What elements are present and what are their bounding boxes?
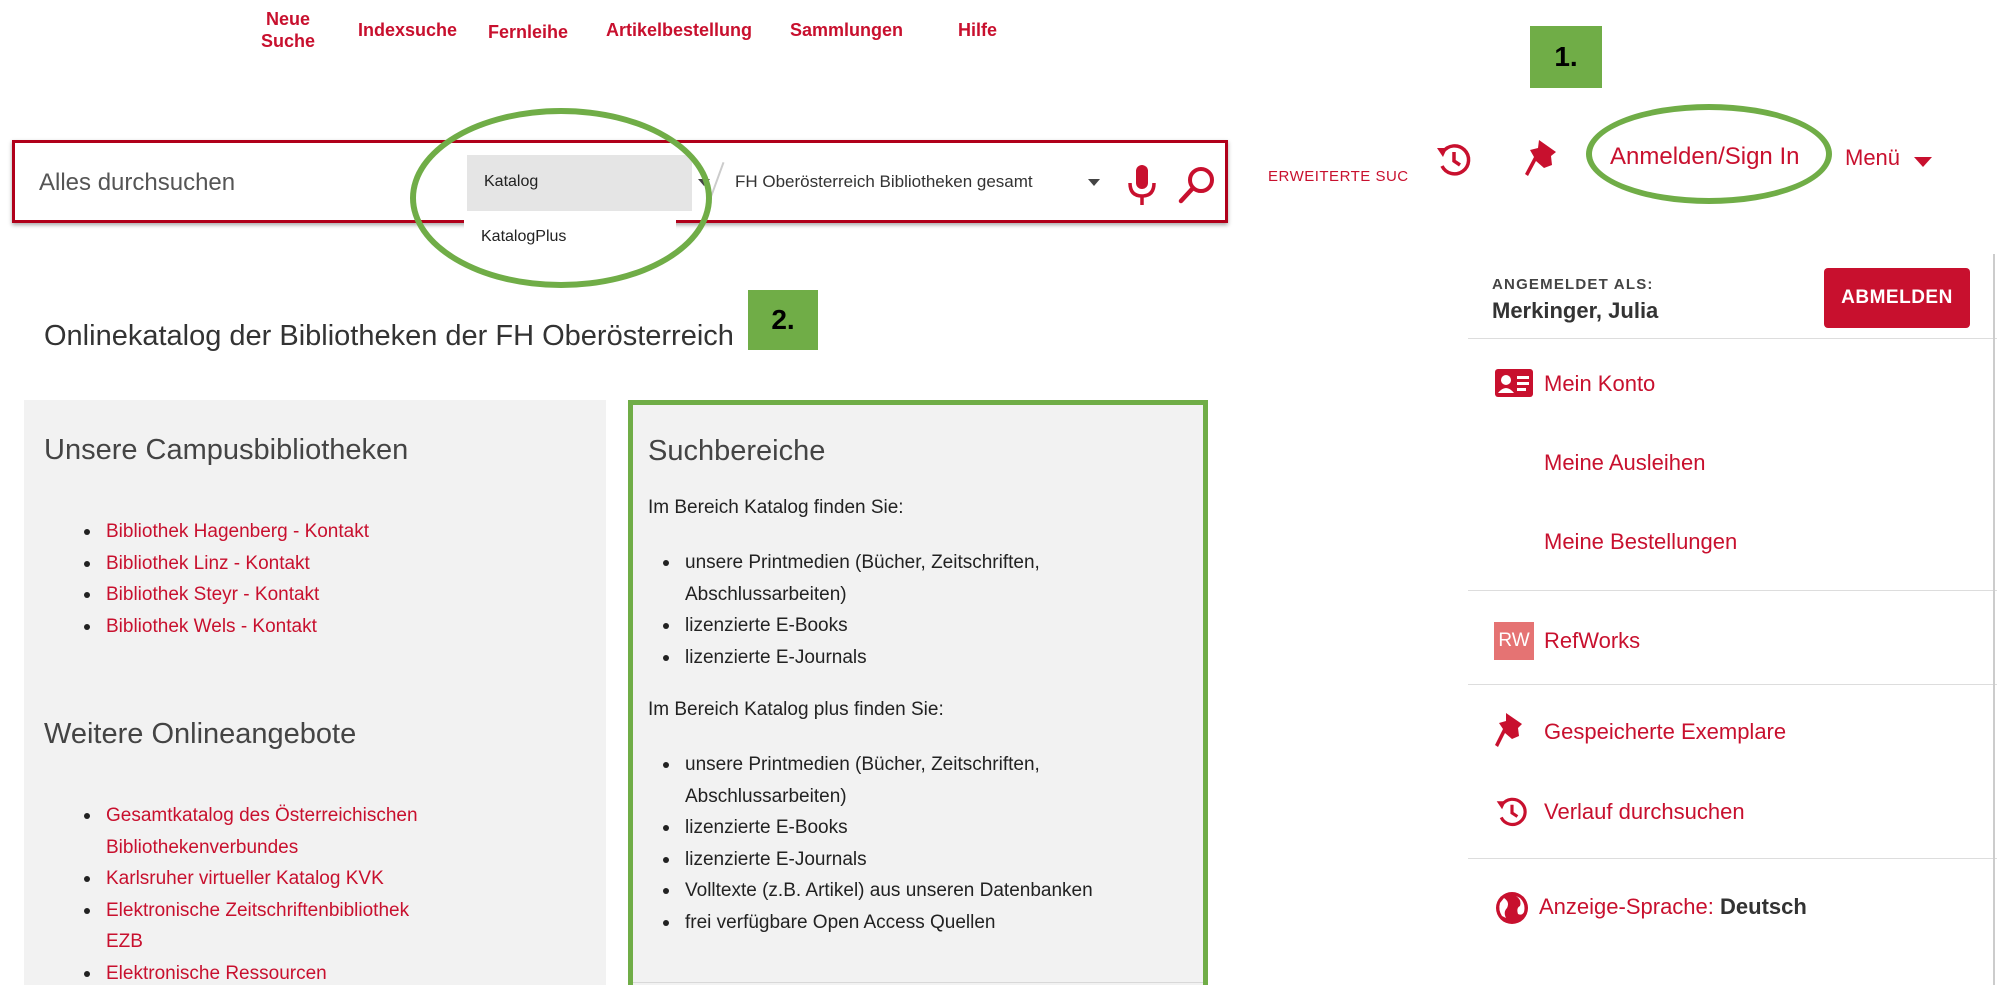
nav-interlibrary-loan[interactable]: Fernleihe	[488, 21, 568, 43]
scope-option-katalogplus[interactable]: KatalogPlus	[464, 212, 676, 264]
list-item[interactable]: Bibliothek Linz - Kontakt	[78, 548, 598, 580]
logged-in-label: ANGEMELDET ALS:	[1492, 276, 1654, 293]
chevron-down-icon[interactable]	[698, 179, 710, 186]
info-panel-search-areas: Suchbereiche Im Bereich Katalog finden S…	[628, 400, 1208, 985]
refworks-link[interactable]: RefWorks	[1544, 628, 1640, 654]
search-history-link[interactable]: Verlauf durchsuchen	[1544, 799, 1745, 825]
online-heading: Weitere Onlineangebote	[44, 718, 357, 750]
campus-link[interactable]: Bibliothek Hagenberg - Kontakt	[106, 521, 369, 542]
online-link[interactable]: Elektronische Ressourcen	[106, 963, 327, 984]
nav-new-search-line1: Neue	[265, 9, 310, 29]
campus-link[interactable]: Bibliothek Steyr - Kontakt	[106, 584, 319, 605]
my-loans-link[interactable]: Meine Ausleihen	[1544, 450, 1705, 476]
campus-link[interactable]: Bibliothek Wels - Kontakt	[106, 616, 317, 637]
list-item: lizenzierte E-Journals	[633, 844, 1193, 876]
globe-icon	[1496, 892, 1528, 924]
search-bar: Katalog FH Oberösterreich Bibliotheken g…	[12, 140, 1228, 223]
annotation-badge-2: 2.	[748, 290, 818, 350]
display-language-selector[interactable]: Anzeige-Sprache: Deutsch	[1539, 894, 1807, 920]
katalog-list: unsere Printmedien (Bücher, Zeitschrifte…	[633, 547, 1093, 673]
language-value: Deutsch	[1720, 894, 1807, 919]
id-card-icon	[1495, 369, 1533, 397]
list-item: frei verfügbare Open Access Quellen	[633, 907, 1193, 939]
online-link[interactable]: Karlsruher virtueller Katalog KVK	[106, 868, 384, 889]
list-item[interactable]: Bibliothek Hagenberg - Kontakt	[78, 516, 598, 548]
history-icon	[1496, 797, 1527, 827]
online-link-list: Gesamtkatalog des Österreichischen Bibli…	[78, 800, 438, 985]
divider	[633, 982, 1203, 983]
library-select[interactable]: FH Oberösterreich Bibliotheken gesamt	[735, 172, 1033, 192]
katalog-intro: Im Bereich Katalog finden Sie:	[648, 497, 904, 518]
list-item: lizenzierte E-Journals	[633, 642, 1093, 674]
nav-article-order[interactable]: Artikelbestellung	[606, 19, 752, 41]
scope-option-label: KatalogPlus	[481, 228, 567, 245]
caret-down-icon[interactable]	[1914, 157, 1932, 167]
search-areas-heading: Suchbereiche	[648, 435, 826, 467]
my-account-link[interactable]: Mein Konto	[1544, 371, 1655, 397]
list-item[interactable]: Bibliothek Steyr - Kontakt	[78, 579, 598, 611]
list-item: lizenzierte E-Books	[633, 812, 1193, 844]
divider	[1468, 338, 1997, 339]
search-icon[interactable]	[1177, 165, 1217, 205]
saved-items-link[interactable]: Gespeicherte Exemplare	[1544, 719, 1786, 745]
list-item: unsere Printmedien (Bücher, Zeitschrifte…	[633, 547, 1093, 610]
microphone-icon[interactable]	[1125, 163, 1159, 207]
info-panel-left: Unsere Campusbibliotheken Bibliothek Hag…	[24, 400, 606, 985]
pin-icon[interactable]	[1524, 138, 1564, 180]
pin-icon	[1495, 713, 1522, 747]
campus-link[interactable]: Bibliothek Linz - Kontakt	[106, 553, 310, 574]
search-input[interactable]	[39, 161, 419, 205]
divider	[1468, 684, 1997, 685]
nav-collections[interactable]: Sammlungen	[790, 19, 903, 41]
refworks-icon: RW	[1494, 622, 1534, 660]
scrollbar-edge	[1993, 254, 1995, 985]
scope-select[interactable]: Katalog	[467, 155, 692, 211]
menu-button[interactable]: Menü	[1845, 145, 1900, 171]
scope-selected-label: Katalog	[484, 173, 539, 190]
list-item[interactable]: Bibliothek Wels - Kontakt	[78, 611, 598, 643]
my-orders-link[interactable]: Meine Bestellungen	[1544, 529, 1737, 555]
chevron-down-icon[interactable]	[1088, 179, 1100, 186]
language-label: Anzeige-Sprache:	[1539, 894, 1714, 919]
logout-button[interactable]: ABMELDEN	[1824, 268, 1970, 328]
sign-in-link[interactable]: Anmelden/Sign In	[1610, 143, 1799, 171]
katalog-plus-list: unsere Printmedien (Bücher, Zeitschrifte…	[633, 749, 1193, 938]
list-item[interactable]: Elektronische Ressourcen	[78, 958, 438, 985]
history-icon[interactable]	[1434, 140, 1474, 180]
page-title: Onlinekatalog der Bibliotheken der FH Ob…	[44, 320, 734, 352]
list-item: lizenzierte E-Books	[633, 610, 1093, 642]
annotation-badge-1: 1.	[1530, 26, 1602, 88]
nav-index-search[interactable]: Indexsuche	[358, 19, 457, 41]
divider	[1468, 590, 1997, 591]
campus-heading: Unsere Campusbibliotheken	[44, 434, 409, 466]
list-item[interactable]: Gesamtkatalog des Österreichischen Bibli…	[78, 800, 438, 863]
nav-new-search-line2: Suche	[260, 31, 316, 51]
katalog-plus-intro: Im Bereich Katalog plus finden Sie:	[648, 699, 944, 720]
list-item[interactable]: Elektronische Zeitschriftenbibliothek EZ…	[78, 895, 438, 958]
list-item: unsere Printmedien (Bücher, Zeitschrifte…	[633, 749, 1093, 812]
online-link[interactable]: Elektronische Zeitschriftenbibliothek EZ…	[106, 900, 409, 953]
campus-link-list: Bibliothek Hagenberg - Kontakt Bibliothe…	[78, 516, 598, 642]
list-item[interactable]: Karlsruher virtueller Katalog KVK	[78, 863, 438, 895]
list-item: Volltexte (z.B. Artikel) aus unseren Dat…	[633, 875, 1193, 907]
user-name: Merkinger, Julia	[1492, 298, 1659, 323]
advanced-search-link[interactable]: ERWEITERTE SUC	[1268, 168, 1409, 185]
account-menu: ANGEMELDET ALS: Merkinger, Julia ABMELDE…	[1468, 254, 1997, 985]
divider	[1468, 858, 1997, 859]
divider	[707, 161, 725, 205]
online-link[interactable]: Gesamtkatalog des Österreichischen Bibli…	[106, 805, 418, 858]
nav-new-search[interactable]: Neue Suche	[256, 8, 320, 52]
nav-help[interactable]: Hilfe	[958, 19, 997, 41]
